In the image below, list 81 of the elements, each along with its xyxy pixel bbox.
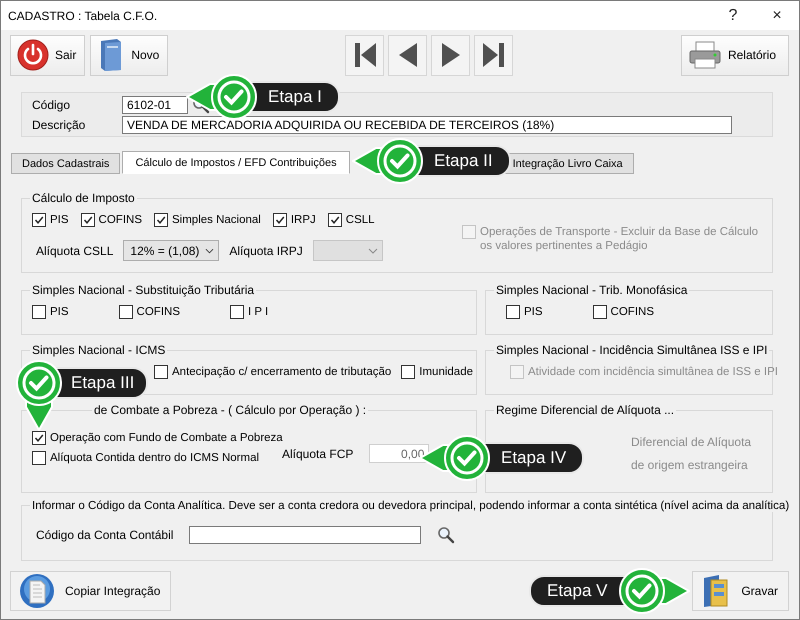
check-icon bbox=[34, 433, 44, 443]
checkbox[interactable] bbox=[80, 213, 95, 227]
checkbox[interactable] bbox=[154, 213, 168, 227]
checkbox-label: Alíquota Contida dentro do ICMS Normal bbox=[50, 451, 260, 465]
field-label: Código da Conta Contábil bbox=[36, 528, 174, 542]
checkbox[interactable] bbox=[32, 305, 46, 319]
tab[interactable]: Dados Cadastrais bbox=[11, 153, 120, 174]
field-label: Alíquota FCP bbox=[282, 446, 354, 460]
checkbox[interactable] bbox=[230, 305, 244, 319]
code-field[interactable]: 6102-01 bbox=[122, 96, 188, 114]
check-icon bbox=[274, 215, 285, 225]
nav-button[interactable] bbox=[474, 34, 514, 76]
checkbox-label: COFINS bbox=[98, 213, 142, 227]
step-marker-icon bbox=[186, 73, 258, 121]
help-button[interactable]: ? bbox=[711, 6, 755, 24]
checkbox-label: COFINS bbox=[610, 305, 654, 319]
footer-button[interactable]: Copiar Integração bbox=[10, 571, 172, 611]
check-icon bbox=[82, 215, 93, 225]
checkbox-label: Operação com Fundo de Combate a Pobreza bbox=[50, 431, 283, 445]
checkbox[interactable] bbox=[154, 365, 168, 379]
group-title: Regime Diferencial de Alíquota ... bbox=[495, 403, 676, 417]
printer-icon bbox=[688, 40, 722, 70]
toolbar-button[interactable]: Relatório bbox=[680, 34, 789, 76]
checkbox[interactable] bbox=[32, 431, 46, 445]
checkbox-label: Operações de Transporte - Excluir da Base de Cálculo os valores pertinentes a Pedágio bbox=[480, 225, 760, 253]
tab[interactable]: Cálculo de Impostos / EFD Contribuições bbox=[122, 151, 350, 174]
nav-button[interactable] bbox=[431, 34, 470, 76]
description-field[interactable]: VENDA DE MERCADORIA ADQUIRIDA OU RECEBIDA DE TERCEIROS (18%) bbox=[122, 116, 732, 134]
checkbox-label: Imunidade bbox=[419, 365, 473, 379]
globe-document-icon bbox=[19, 573, 55, 609]
checkbox-label: Simples Nacional bbox=[172, 213, 261, 227]
field-label: Descrição bbox=[32, 117, 86, 134]
footer-button[interactable]: Gravar bbox=[692, 571, 789, 611]
checkbox[interactable] bbox=[118, 305, 133, 319]
group-title: Simples Nacional - Substituição Tributária bbox=[31, 283, 256, 297]
option-label: Diferencial de Alíquota bbox=[631, 435, 752, 449]
step-marker-icon bbox=[352, 137, 424, 185]
checkbox[interactable] bbox=[272, 213, 287, 227]
check-icon bbox=[156, 215, 166, 225]
step-marker-icon bbox=[618, 567, 690, 615]
checkbox-label: I P I bbox=[248, 305, 268, 319]
account-field[interactable] bbox=[189, 526, 422, 544]
checkbox-label: COFINS bbox=[136, 305, 180, 319]
step-marker-icon bbox=[15, 359, 63, 431]
group-title: Cálculo de Imposto bbox=[31, 191, 136, 205]
checkbox-label: PIS bbox=[50, 213, 69, 227]
checkbox[interactable] bbox=[401, 365, 416, 379]
group-title: Informar o Código da Conta Analítica. Deve ser a conta credora ou devedora principal, podendo informar a conta sintética (nível acima da analítica) bbox=[31, 499, 790, 512]
checkbox[interactable] bbox=[592, 305, 607, 319]
field-label: Código bbox=[32, 97, 72, 114]
search-icon bbox=[437, 526, 456, 544]
checkbox-label: Antecipação c/ encerramento de tributação bbox=[172, 365, 392, 379]
field-label: Alíquota IRPJ bbox=[229, 244, 303, 258]
checkbox[interactable] bbox=[506, 305, 520, 319]
checkbox[interactable] bbox=[328, 213, 342, 227]
group-title: Simples Nacional - Trib. Monofásica bbox=[495, 283, 688, 297]
toolbar-button[interactable]: Sair bbox=[10, 34, 86, 76]
checkbox-label: PIS bbox=[50, 305, 69, 319]
field-label: Alíquota CSLL bbox=[36, 244, 114, 258]
check-icon bbox=[34, 215, 44, 225]
group-title: Simples Nacional - ICMS bbox=[31, 343, 166, 357]
close-button[interactable]: × bbox=[755, 6, 799, 24]
nav-button[interactable] bbox=[345, 34, 384, 76]
group-title: de Combate a Pobreza - ( Cálculo por Operação ) : bbox=[93, 403, 368, 417]
window-title: CADASTRO : Tabela C.F.O. bbox=[8, 8, 158, 22]
group-title: Simples Nacional - Incidência Simultânea ISS e IPI bbox=[495, 343, 768, 357]
chevron-icon bbox=[368, 248, 378, 254]
nav-button[interactable] bbox=[388, 34, 428, 76]
option-label: de origem estrangeira bbox=[631, 458, 749, 472]
checkbox-label: PIS bbox=[524, 305, 543, 319]
checkbox[interactable] bbox=[32, 213, 46, 227]
chevron-icon bbox=[205, 248, 214, 254]
checkbox-label: Atividade com incidência simultânea de ISS e IPI bbox=[528, 365, 778, 379]
power-icon bbox=[17, 39, 49, 71]
toolbar-button[interactable]: Novo bbox=[90, 34, 168, 76]
checkbox-label: IRPJ bbox=[290, 213, 316, 227]
dropdown[interactable]: 12% = (1,08) bbox=[123, 240, 220, 261]
checkbox[interactable] bbox=[32, 451, 46, 465]
last-icon bbox=[480, 40, 507, 70]
check-icon bbox=[330, 215, 340, 225]
checkbox-label: CSLL bbox=[346, 213, 375, 227]
